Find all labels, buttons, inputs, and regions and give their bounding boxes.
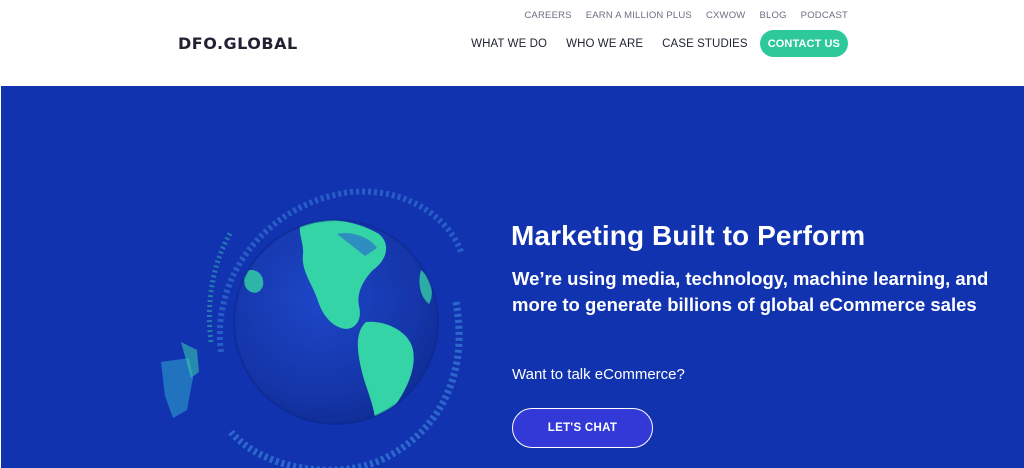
nav-podcast[interactable]: PODCAST [801, 10, 848, 21]
nav-what-we-do[interactable]: WHAT WE DO [471, 38, 547, 50]
contact-us-button[interactable]: CONTACT US [759, 30, 848, 57]
nav-blog[interactable]: BLOG [759, 10, 786, 21]
hero-question: Want to talk eCommerce? [512, 366, 685, 383]
site-logo[interactable]: DFO.GLOBAL [178, 33, 298, 53]
site-header: DFO.GLOBAL CAREERS EARN A MILLION PLUS C… [0, 0, 1024, 86]
nav-careers[interactable]: CAREERS [524, 10, 571, 21]
globe-illustration-icon [151, 182, 481, 468]
hero-subtitle: We’re using media, technology, machine l… [512, 268, 989, 315]
secondary-nav: CAREERS EARN A MILLION PLUS CXWOW BLOG P… [524, 10, 848, 21]
nav-earn-a-million-plus[interactable]: EARN A MILLION PLUS [586, 10, 692, 21]
hero-section: Marketing Built to Perform We’re using m… [1, 86, 1024, 468]
primary-nav: WHAT WE DO WHO WE ARE CASE STUDIES CONTA… [452, 30, 848, 57]
nav-who-we-are[interactable]: WHO WE ARE [566, 38, 643, 50]
hero-title: Marketing Built to Perform [511, 220, 866, 251]
lets-chat-button[interactable]: LET'S CHAT [512, 408, 653, 448]
nav-case-studies[interactable]: CASE STUDIES [662, 38, 748, 50]
logo-text: DFO.GLOBAL [178, 33, 298, 53]
nav-cxwow[interactable]: CXWOW [706, 10, 746, 21]
